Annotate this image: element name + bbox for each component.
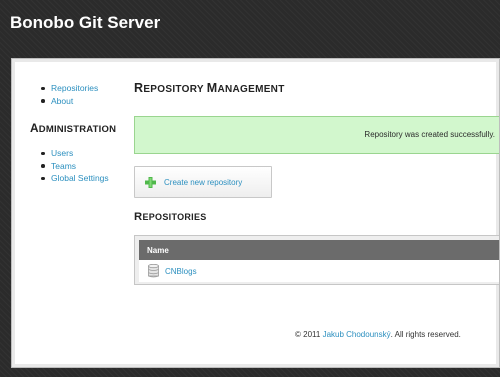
footer: © 2011 Jakub Chodounský. All rights rese… xyxy=(295,330,461,339)
create-repository-button[interactable]: Create new repository xyxy=(134,166,272,198)
success-message-box: Repository was created successfully. xyxy=(134,116,499,154)
table-header: Name xyxy=(139,240,499,260)
sidebar: Repositories About ADMINISTRATION Users … xyxy=(12,59,130,367)
site-header: Bonobo Git Server xyxy=(0,0,500,56)
footer-rights: . All rights reserved. xyxy=(390,330,461,339)
create-repository-label: Create new repository xyxy=(164,178,243,187)
nav-item-global-settings: Global Settings xyxy=(40,172,109,185)
column-header-name[interactable]: Name xyxy=(147,246,169,255)
repository-table: Name CNBlogs xyxy=(134,235,499,285)
plus-icon xyxy=(145,177,156,188)
nav-item-users: Users xyxy=(40,147,109,160)
administration-heading: ADMINISTRATION xyxy=(30,121,117,135)
nav-link-users[interactable]: Users xyxy=(51,148,73,158)
repository-link[interactable]: CNBlogs xyxy=(165,267,197,276)
nav-link-global-settings[interactable]: Global Settings xyxy=(51,173,109,183)
admin-nav: Users Teams Global Settings xyxy=(40,147,109,185)
footer-copyright: © 2011 xyxy=(295,330,321,339)
footer-author-link[interactable]: Jakub Chodounský xyxy=(323,330,391,339)
content-panel: Repositories About ADMINISTRATION Users … xyxy=(11,58,500,368)
nav-link-repositories[interactable]: Repositories xyxy=(51,83,98,93)
success-message: Repository was created successfully. xyxy=(364,130,495,139)
site-title: Bonobo Git Server xyxy=(10,13,161,32)
table-row: CNBlogs xyxy=(139,260,499,282)
database-icon xyxy=(148,264,159,278)
nav-item-teams: Teams xyxy=(40,160,109,173)
page-title: REPOSITORY MANAGEMENT xyxy=(134,81,285,95)
nav-item-about: About xyxy=(40,95,98,108)
nav-link-teams[interactable]: Teams xyxy=(51,161,76,171)
main-nav: Repositories About xyxy=(40,82,98,107)
nav-link-about[interactable]: About xyxy=(51,96,73,106)
nav-item-repositories: Repositories xyxy=(40,82,98,95)
repositories-heading: REPOSITORIES xyxy=(134,211,207,223)
